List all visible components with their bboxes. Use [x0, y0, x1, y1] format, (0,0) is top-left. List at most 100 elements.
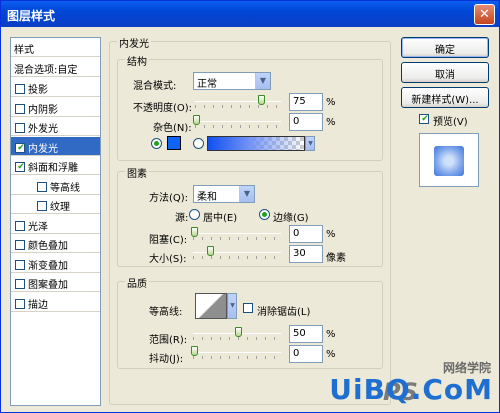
sidebar-item[interactable]: 内阴影 — [11, 98, 100, 117]
jitter-track[interactable] — [193, 352, 281, 353]
size-label: 大小(S): — [149, 254, 187, 265]
blend-mode-label: 混合模式: — [133, 81, 177, 92]
layer-style-dialog: 图层样式 ✕ 样式 混合选项:自定 投影内阴影外发光内发光斜面和浮雕等高线纹理光… — [0, 0, 500, 413]
chevron-down-icon: ▼ — [239, 186, 254, 202]
style-checkbox[interactable] — [15, 279, 25, 289]
style-checkbox[interactable] — [15, 123, 25, 133]
size-input[interactable]: 30 — [289, 245, 323, 263]
chevron-down-icon: ▼ — [306, 137, 314, 150]
choke-track[interactable] — [193, 233, 281, 234]
site-watermark: UiBQ.CoM — [329, 373, 493, 406]
sidebar-item[interactable]: 光泽 — [11, 215, 100, 234]
sidebar-item-label: 颜色叠加 — [28, 241, 68, 252]
sidebar-item-label: 渐变叠加 — [28, 260, 68, 272]
style-checkbox[interactable] — [15, 220, 25, 231]
sidebar-item[interactable]: 投影 — [11, 78, 100, 97]
style-checkbox[interactable] — [15, 240, 25, 250]
styles-header[interactable]: 样式 — [11, 38, 100, 57]
size-ticks — [193, 256, 281, 259]
opacity-track[interactable] — [195, 101, 281, 102]
jitter-input[interactable]: 0 — [289, 345, 323, 363]
choke-unit: % — [326, 229, 336, 240]
sidebar-item-label: 内发光 — [28, 143, 58, 155]
choke-slider-thumb[interactable] — [191, 227, 198, 237]
range-unit: % — [326, 329, 336, 340]
gradient-radio[interactable] — [193, 138, 204, 149]
blend-mode-value: 正常 — [197, 79, 217, 90]
ok-button[interactable]: 确定 — [401, 37, 489, 58]
sidebar-item[interactable]: 图案叠加 — [11, 273, 100, 292]
close-icon[interactable]: ✕ — [474, 4, 495, 25]
gradient-dropdown[interactable]: ▼ — [305, 136, 315, 151]
opacity-label: 不透明度(O): — [133, 103, 193, 114]
glow-color-swatch[interactable] — [167, 136, 181, 150]
noise-input[interactable]: 0 — [289, 113, 323, 131]
style-checkbox[interactable] — [37, 201, 47, 211]
sidebar-item[interactable]: 外发光 — [11, 117, 100, 136]
choke-label: 阻塞(C): — [149, 235, 188, 246]
blending-options[interactable]: 混合选项:自定 — [11, 58, 100, 77]
source-edge-label[interactable]: 边缘(G) — [273, 209, 309, 224]
sidebar-item[interactable]: 斜面和浮雕 — [11, 156, 100, 175]
panel-title: 内发光 — [117, 35, 151, 50]
range-slider-thumb[interactable] — [235, 327, 242, 337]
sidebar-item[interactable]: 纹理 — [11, 195, 100, 214]
style-checkbox[interactable] — [15, 298, 25, 309]
method-value: 柔和 — [197, 192, 217, 203]
source-edge-radio[interactable] — [259, 209, 270, 220]
sidebar-item[interactable]: 等高线 — [11, 176, 100, 195]
sidebar-item-label: 投影 — [28, 85, 48, 96]
size-slider-thumb[interactable] — [207, 246, 214, 256]
chevron-down-icon: ▼ — [228, 294, 236, 318]
style-checkbox[interactable] — [15, 142, 26, 154]
elements-title: 图素 — [125, 165, 149, 180]
sidebar-item[interactable]: 内发光 — [11, 136, 100, 156]
opacity-slider-thumb[interactable] — [258, 95, 265, 105]
style-checkbox[interactable] — [15, 84, 25, 94]
range-input[interactable]: 50 — [289, 325, 323, 343]
preview-label[interactable]: 预览(V) — [433, 113, 468, 128]
antialias-label[interactable]: 消除锯齿(L) — [257, 303, 310, 318]
window-title: 图层样式 — [7, 9, 56, 23]
contour-picker[interactable] — [195, 293, 227, 319]
choke-input[interactable]: 0 — [289, 225, 323, 243]
title-bar[interactable]: 图层样式 ✕ — [1, 1, 499, 27]
source-center-label[interactable]: 居中(E) — [203, 209, 237, 224]
contour-dropdown[interactable]: ▼ — [227, 293, 237, 319]
new-style-button[interactable]: 新建样式(W)... — [401, 87, 489, 108]
style-checkbox[interactable] — [15, 259, 25, 270]
sidebar-item-label: 外发光 — [28, 124, 58, 135]
sidebar-item-label: 内阴影 — [28, 104, 58, 116]
noise-unit: % — [326, 117, 336, 128]
jitter-slider-thumb[interactable] — [191, 346, 198, 356]
inner-glow-panel: 内发光 结构 混合模式: 正常 ▼ 不透明度(O): 75 % 杂色(N): 0… — [109, 35, 391, 406]
sidebar-item[interactable]: 颜色叠加 — [11, 234, 100, 253]
preview-swatch — [434, 146, 464, 176]
noise-slider-thumb[interactable] — [193, 115, 200, 125]
noise-label: 杂色(N): — [153, 123, 192, 134]
source-label: 源: — [175, 213, 189, 224]
structure-title: 结构 — [125, 53, 149, 68]
range-label: 范围(R): — [149, 335, 188, 346]
jitter-ticks — [193, 356, 281, 359]
glow-gradient-picker[interactable] — [207, 136, 305, 151]
blend-mode-select[interactable]: 正常 ▼ — [193, 72, 271, 90]
solid-color-radio[interactable] — [151, 138, 162, 149]
method-select[interactable]: 柔和 ▼ — [193, 185, 255, 203]
chevron-down-icon: ▼ — [255, 73, 270, 89]
sidebar-item[interactable]: 渐变叠加 — [11, 254, 100, 273]
jitter-label: 抖动(J): — [149, 354, 184, 365]
contour-label: 等高线: — [149, 307, 183, 318]
style-checkbox[interactable] — [15, 162, 26, 173]
opacity-unit: % — [326, 97, 336, 108]
opacity-input[interactable]: 75 — [289, 93, 323, 111]
cancel-button[interactable]: 取消 — [401, 62, 489, 83]
style-checkbox[interactable] — [15, 103, 25, 114]
source-center-radio[interactable] — [189, 209, 200, 220]
noise-track[interactable] — [195, 121, 281, 122]
sidebar-item[interactable]: 描边 — [11, 293, 100, 312]
quality-title: 品质 — [125, 275, 149, 290]
antialias-checkbox[interactable] — [243, 303, 253, 313]
style-checkbox[interactable] — [37, 181, 47, 192]
preview-checkbox[interactable] — [419, 114, 430, 125]
